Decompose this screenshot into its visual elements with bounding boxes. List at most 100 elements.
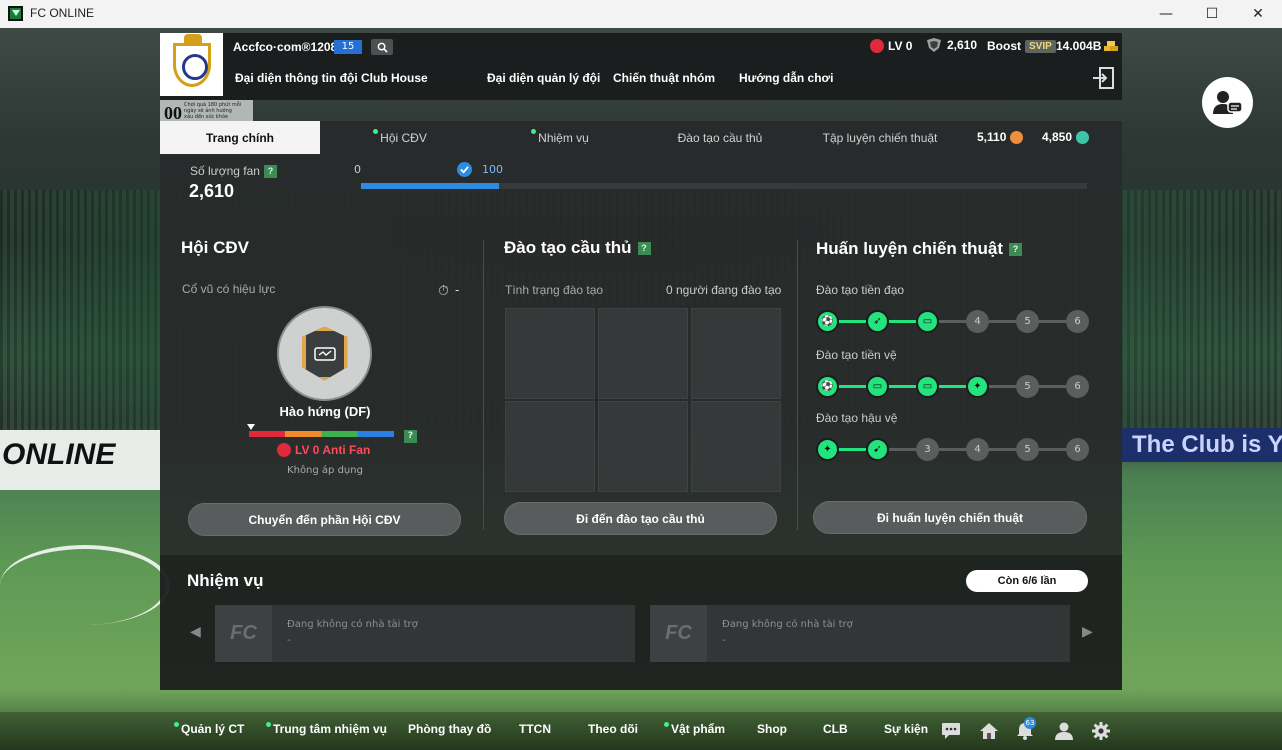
next-arrow-icon[interactable]: ▶ [1082, 624, 1093, 640]
mission-card[interactable]: FC Đang không có nhà tài trợ - [215, 605, 635, 662]
remaining-count-badge: Còn 6/6 lần [966, 570, 1088, 592]
tactic-node[interactable]: 4 [966, 438, 989, 461]
go-to-tactic-training-button[interactable]: Đi huấn luyện chiến thuật [813, 501, 1087, 534]
column-divider [797, 240, 798, 530]
bottom-nav-mission-center-label: Trung tâm nhiệm vụ [273, 722, 388, 736]
bottom-nav-shop[interactable]: Shop [757, 722, 787, 736]
tactic-node[interactable]: 5 [1016, 438, 1039, 461]
fc-logo-icon: FC [650, 605, 707, 662]
stadium-banner-left: ONLINE [0, 430, 160, 490]
tactic-node[interactable]: 5 [1016, 375, 1039, 398]
logout-button[interactable] [1091, 66, 1115, 90]
close-button[interactable]: ✕ [1235, 0, 1281, 28]
stadium-banner-right: The Club is Y [1120, 428, 1282, 462]
nav-team-tactics[interactable]: Chiến thuật nhóm [613, 71, 715, 85]
training-slot[interactable] [598, 401, 688, 492]
anti-fan-status: LV 0 Anti Fan [277, 443, 370, 457]
training-count: 0 người đang đào tạo [666, 283, 782, 297]
boost-label: Boost [987, 39, 1021, 53]
orange-coin-icon [1010, 130, 1024, 144]
profile-chat-button[interactable] [1202, 77, 1253, 128]
search-button[interactable] [371, 39, 393, 55]
cheer-emblem[interactable] [277, 306, 372, 401]
training-slot[interactable] [505, 308, 595, 399]
tab-fan-club-label: Hội CĐV [380, 130, 427, 145]
fc-logo-icon: FC [215, 605, 272, 662]
tab-home[interactable]: Trang chính [160, 121, 320, 154]
currency-teal-value: 4,850 [1042, 130, 1073, 144]
missions-title: Nhiệm vụ [187, 571, 264, 590]
check-icon [457, 162, 472, 177]
tactic-node[interactable]: ⚽ [816, 375, 839, 398]
tactic-node[interactable]: ▭ [866, 375, 889, 398]
new-dot-icon [373, 129, 379, 134]
bottom-nav-items[interactable]: Vật phẩm [664, 722, 725, 736]
minimize-button[interactable]: — [1143, 0, 1189, 28]
username: Accfco·com®1208t [233, 40, 342, 54]
settings-gear-icon[interactable] [1090, 720, 1112, 742]
boost-status[interactable]: Boost SVIP [987, 39, 1056, 53]
bottom-nav-events[interactable]: Sự kiện [884, 722, 928, 736]
bp-balance: 14.004B [1056, 39, 1119, 53]
mission-card[interactable]: FC Đang không có nhà tài trợ - [650, 605, 1070, 662]
tactic-node[interactable]: 3 [916, 438, 939, 461]
bottom-nav-club[interactable]: CLB [823, 722, 848, 736]
gold-bars-icon [1104, 41, 1119, 51]
svip-badge: SVIP [1025, 39, 1056, 53]
tab-tactic-training[interactable]: Tập luyện chiến thuật [800, 121, 960, 154]
notification-count-badge: 63 [1024, 717, 1036, 729]
maximize-button[interactable]: ☐ [1189, 0, 1235, 28]
nav-team-manager[interactable]: Đại diện quản lý đội [487, 71, 600, 85]
bottom-nav-manage[interactable]: Quản lý CT [174, 722, 244, 736]
tab-missions[interactable]: Nhiệm vụ [480, 121, 640, 154]
tactic-link [1038, 385, 1066, 388]
tactic-node[interactable]: 6 [1066, 375, 1089, 398]
currency-orange: 5,110 [977, 130, 1024, 144]
lv-status-text: LV 0 [888, 39, 913, 53]
new-dot-icon [531, 129, 537, 134]
tab-player-training[interactable]: Đào tạo cầu thủ [640, 121, 800, 154]
tactic-node[interactable]: ✦ [816, 438, 839, 461]
currency-teal: 4,850 [1042, 130, 1090, 144]
tactic-node[interactable]: ⚽ [816, 310, 839, 333]
home-icon[interactable] [978, 720, 1000, 742]
coin-balance: 2,610 [926, 38, 977, 52]
tactic-node[interactable]: ➶ [866, 310, 889, 333]
nav-club-house[interactable]: Club House [361, 71, 428, 85]
chat-icon[interactable] [940, 720, 962, 742]
bp-value: 14.004B [1056, 39, 1102, 53]
training-slot[interactable] [598, 308, 688, 399]
training-slot[interactable] [505, 401, 595, 492]
tactic-node[interactable]: ▭ [916, 375, 939, 398]
bottom-nav-follow[interactable]: Theo dõi [588, 722, 638, 736]
nav-team-info[interactable]: Đại diện thông tin đội [235, 71, 358, 85]
tactic-node[interactable]: 4 [966, 310, 989, 333]
bottom-nav-locker-room[interactable]: Phòng thay đồ [408, 722, 491, 736]
bottom-nav-mission-center[interactable]: Trung tâm nhiệm vụ [266, 722, 387, 736]
nav-guide[interactable]: Hướng dẫn chơi [739, 71, 833, 85]
cheer-shield-icon [301, 326, 348, 381]
tactic-node[interactable]: ✦ [966, 375, 989, 398]
help-icon[interactable]: ? [637, 242, 651, 256]
help-icon[interactable]: ? [263, 165, 277, 179]
tab-missions-label: Nhiệm vụ [538, 130, 589, 145]
tactic-node[interactable]: 5 [1016, 310, 1039, 333]
help-icon[interactable]: ? [404, 430, 417, 443]
mission-card-text: Đang không có nhà tài trợ [287, 619, 418, 630]
mission-card-sub: - [287, 635, 291, 646]
bottom-nav-ttcn[interactable]: TTCN [519, 722, 551, 736]
go-to-fan-club-button[interactable]: Chuyển đến phần Hội CĐV [188, 503, 461, 536]
tab-fan-club[interactable]: Hội CĐV [320, 121, 480, 154]
training-slot[interactable] [691, 308, 781, 399]
tactic-node[interactable]: 6 [1066, 438, 1089, 461]
tactic-node[interactable]: ▭ [916, 310, 939, 333]
tactic-node[interactable]: ➹ [866, 438, 889, 461]
help-icon[interactable]: ? [1009, 243, 1023, 257]
user-icon[interactable] [1053, 720, 1075, 742]
tactic-node[interactable]: 6 [1066, 310, 1089, 333]
prev-arrow-icon[interactable]: ◀ [190, 624, 201, 640]
training-slot[interactable] [691, 401, 781, 492]
teal-coin-icon [1076, 130, 1090, 144]
go-to-player-training-button[interactable]: Đi đến đào tạo cầu thủ [504, 502, 777, 535]
club-crest[interactable] [160, 33, 223, 96]
